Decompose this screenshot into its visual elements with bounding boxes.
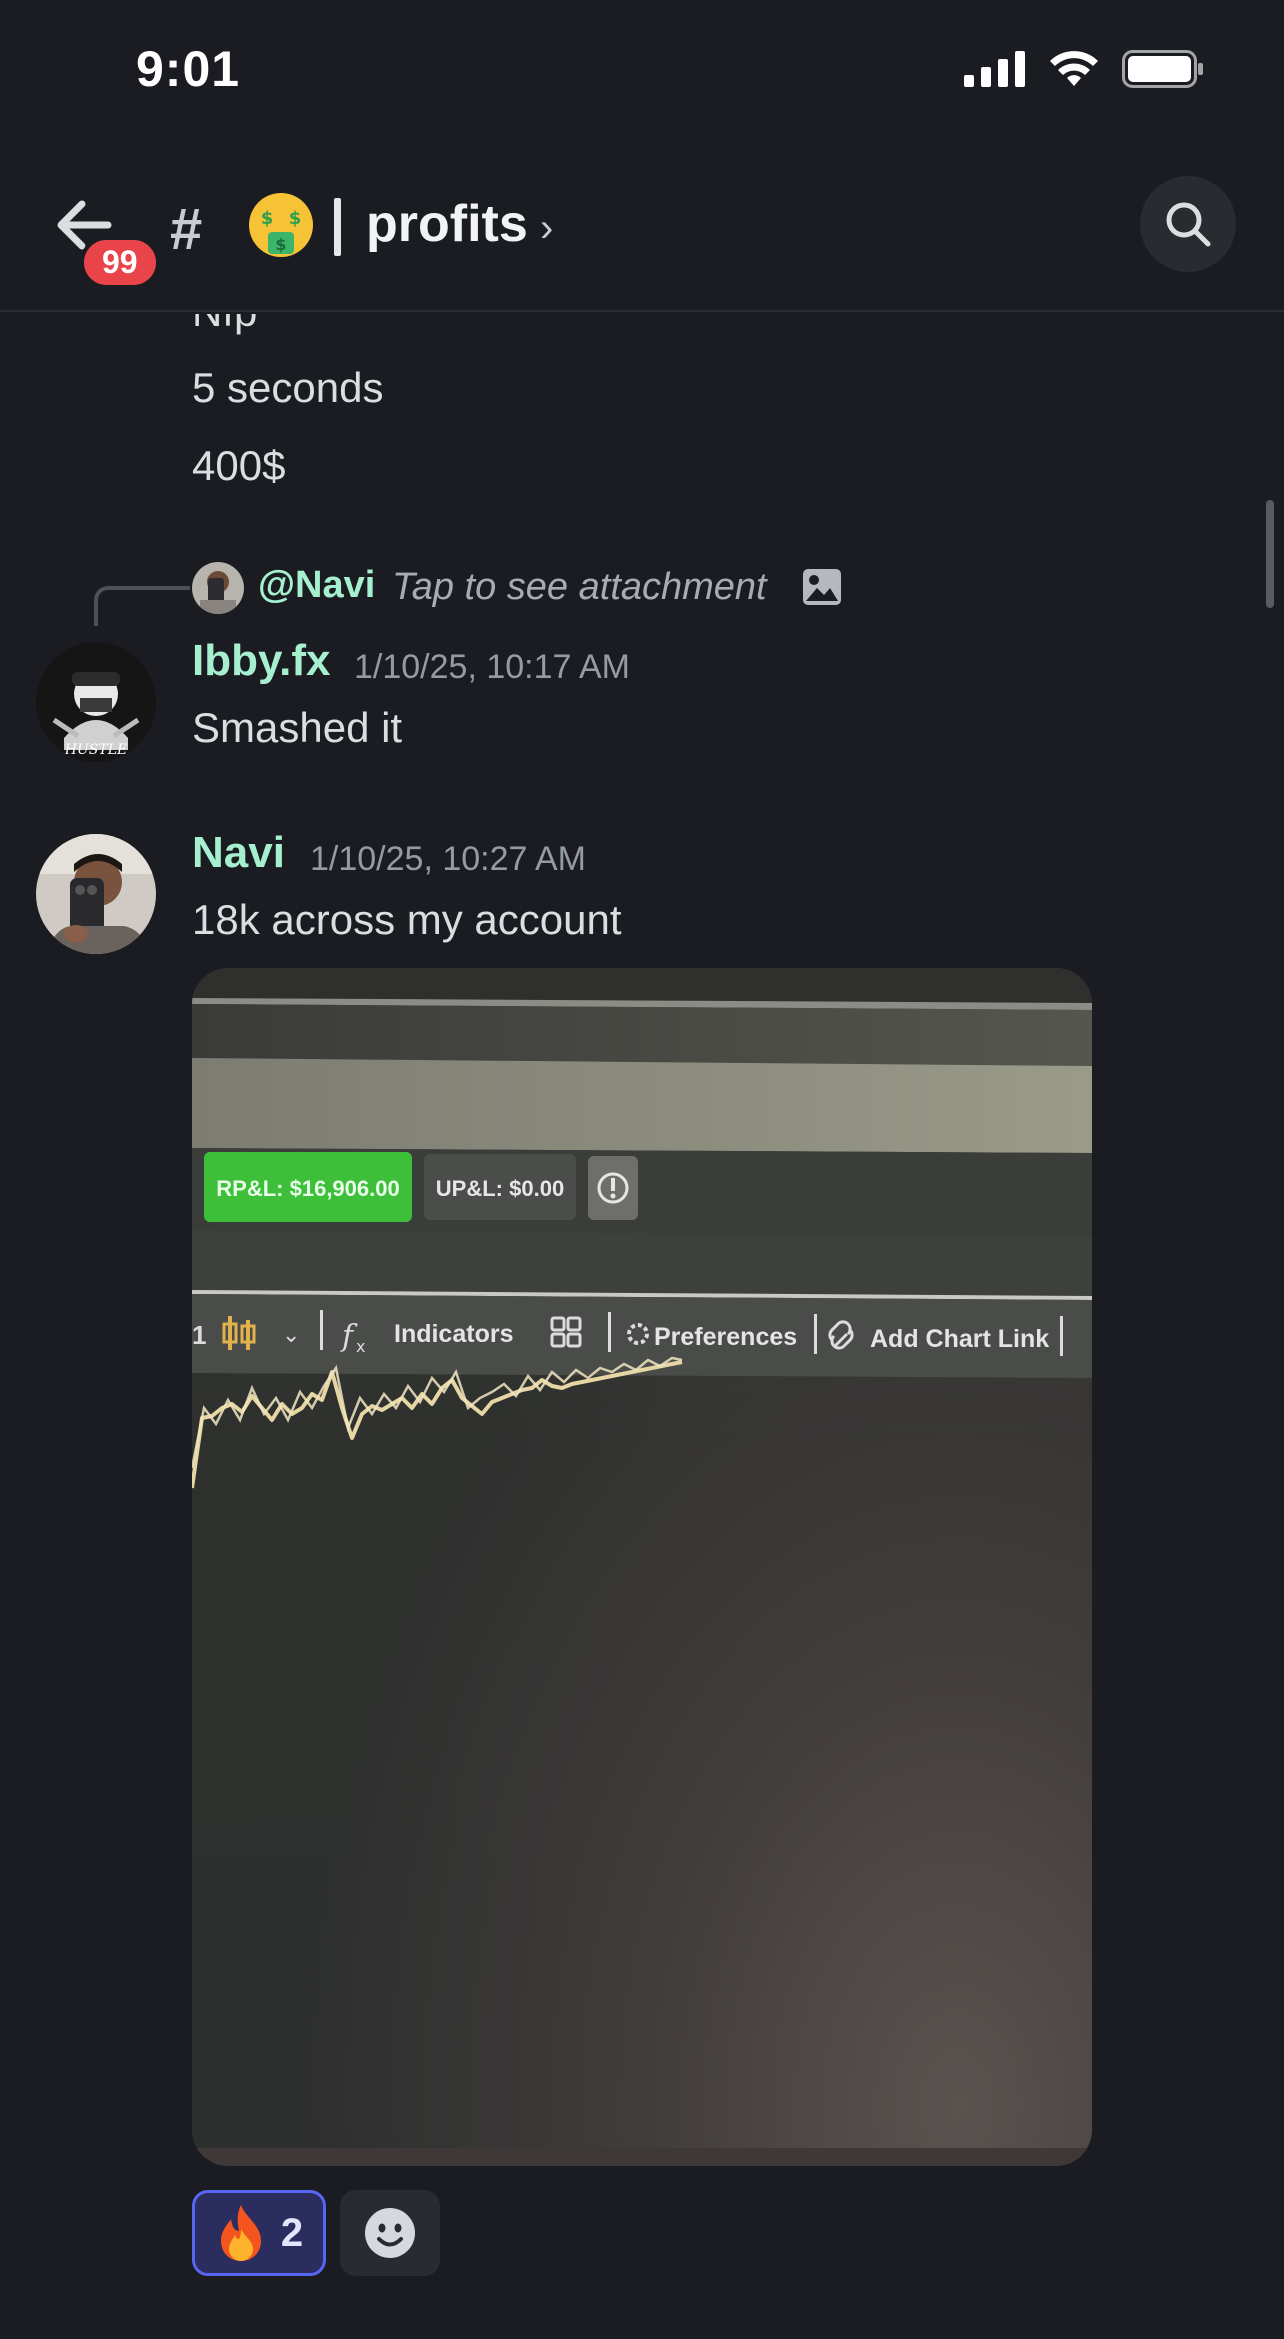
reply-mention[interactable]: @Navi — [258, 564, 375, 607]
status-time: 9:01 — [136, 41, 241, 97]
wifi-icon — [1050, 51, 1098, 86]
battery-icon — [1122, 50, 1203, 88]
svg-text:⌄: ⌄ — [282, 1323, 300, 1348]
preferences-label: Preferences — [654, 1323, 797, 1351]
svg-text:$: $ — [289, 208, 302, 229]
message-line: 400$ — [192, 442, 286, 489]
status-icons — [964, 50, 1204, 88]
message-content: Smashed it — [192, 704, 403, 751]
money-mouth-face-emoji: $ $ $ — [249, 193, 313, 257]
scrollbar[interactable] — [1266, 500, 1274, 608]
cellular-signal-icon — [964, 51, 1025, 87]
upl-value: UP&L: $0.00 — [436, 1176, 564, 1201]
svg-text:x: x — [356, 1337, 365, 1356]
avatar[interactable]: HUSTLE — [36, 642, 156, 762]
fire-emoji-icon — [220, 2205, 261, 2261]
reaction-fire[interactable]: 2 — [192, 2190, 326, 2276]
reaction-count: 2 — [280, 2210, 304, 2255]
svg-text:$: $ — [275, 235, 286, 254]
title-divider — [334, 198, 341, 256]
search-button[interactable] — [1140, 176, 1236, 272]
add-chart-link-label: Add Chart Link — [870, 1325, 1049, 1353]
svg-text:1: 1 — [192, 1320, 206, 1350]
reactions-bar: 2 — [192, 2190, 440, 2276]
chevron-right-icon[interactable]: › — [540, 206, 553, 251]
rpl-value: RP&L: $16,906.00 — [216, 1176, 399, 1201]
image-attachment[interactable]: RP&L: $16,906.00 UP&L: $0.00 1 ⌄ f x Ind… — [192, 968, 1092, 2166]
svg-text:$: $ — [261, 208, 274, 229]
channel-hash-icon: # — [170, 197, 203, 262]
smiley-icon — [365, 2208, 415, 2258]
status-bar: 9:01 — [0, 0, 1284, 150]
image-icon — [803, 569, 841, 605]
message-username[interactable]: Ibby.fx — [192, 636, 331, 686]
svg-text:HUSTLE: HUSTLE — [64, 742, 127, 758]
message-timestamp: 1/10/25, 10:27 AM — [310, 840, 586, 878]
search-icon — [1166, 202, 1211, 247]
reply-avatar[interactable] — [192, 562, 244, 614]
message-line: 5 seconds — [192, 364, 384, 411]
reply-connector — [94, 586, 190, 626]
reply-preview-text[interactable]: Tap to see attachment — [392, 566, 767, 609]
indicators-label: Indicators — [394, 1320, 513, 1348]
message-username[interactable]: Navi — [192, 828, 285, 878]
channel-name[interactable]: profits — [366, 194, 528, 254]
add-reaction-button[interactable] — [340, 2190, 440, 2276]
message-content: 18k across my account — [192, 896, 622, 943]
avatar[interactable] — [36, 834, 156, 954]
unread-badge: 99 — [80, 236, 160, 289]
message-timestamp: 1/10/25, 10:17 AM — [354, 648, 630, 686]
channel-header: 99 # $ $ $ profits › — [0, 160, 1284, 312]
